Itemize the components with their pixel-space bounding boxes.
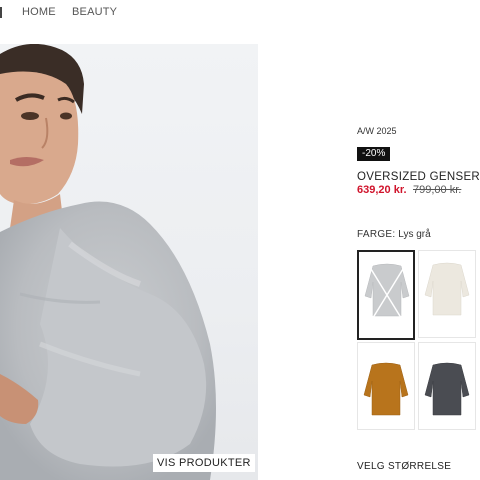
product-title: OVERSIZED GENSER I M xyxy=(357,171,480,183)
color-swatch-cream[interactable] xyxy=(418,250,476,338)
nav-item-beauty[interactable]: BEAUTY xyxy=(72,6,117,18)
color-swatch-mustard[interactable] xyxy=(357,342,415,430)
select-size-label[interactable]: VELG STØRRELSE xyxy=(357,461,451,472)
color-label-value: Lys grå xyxy=(398,229,431,240)
color-swatch-charcoal[interactable] xyxy=(418,342,476,430)
color-label-key: FARGE: xyxy=(357,229,396,240)
top-navigation: HOME BEAUTY xyxy=(0,0,480,24)
hero-image: VIS PRODUKTER xyxy=(0,44,258,480)
color-label: FARGE: Lys grå xyxy=(357,229,431,240)
nav-item-cut[interactable] xyxy=(0,7,2,18)
sale-price: 639,20 kr. xyxy=(357,184,407,196)
color-swatch-light-grey[interactable] xyxy=(357,250,415,340)
original-price: 799,00 kr. xyxy=(413,184,462,196)
view-products-button[interactable]: VIS PRODUKTER xyxy=(153,454,255,472)
season-label: A/W 2025 xyxy=(357,126,397,136)
nav-item-home[interactable]: HOME xyxy=(22,6,56,18)
discount-badge: -20% xyxy=(357,147,391,161)
